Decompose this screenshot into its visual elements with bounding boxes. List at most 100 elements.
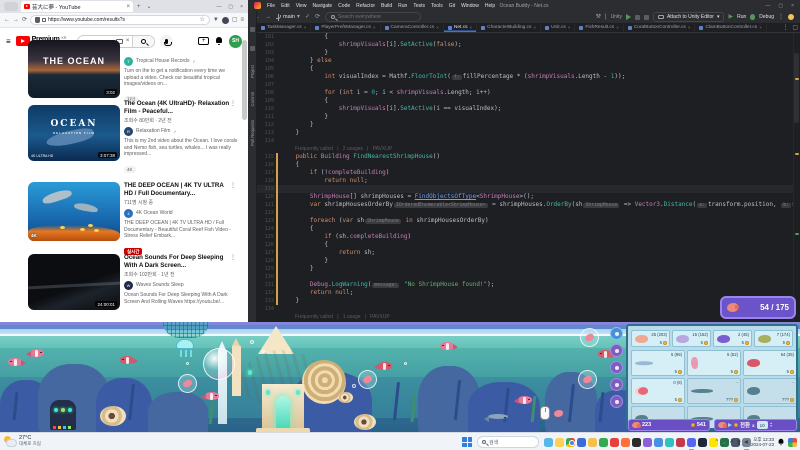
- editor-tab-Unit.cs[interactable]: Unit.cs ×: [541, 24, 576, 32]
- convert-label[interactable]: 전환: [740, 421, 750, 429]
- shrimp-bubble[interactable]: [358, 370, 377, 389]
- taskbar-app-purple-app[interactable]: [643, 437, 652, 447]
- editor-tab-TaskManager.cs[interactable]: TaskManager.cs ×: [257, 24, 312, 32]
- close-tab-icon[interactable]: ×: [126, 4, 130, 10]
- editor-scrollbar[interactable]: [793, 33, 800, 322]
- create-video-icon[interactable]: [198, 37, 209, 45]
- jellyfish[interactable]: [176, 339, 194, 357]
- taskbar-app-firefox[interactable]: [621, 437, 630, 447]
- taskbar-app-opera[interactable]: [654, 437, 663, 447]
- unity-play-icon[interactable]: [625, 14, 631, 20]
- scrollbar-thumb[interactable]: [794, 53, 799, 123]
- video-options-icon[interactable]: ⋮: [230, 182, 236, 189]
- taskbar-search-input[interactable]: 검색: [477, 436, 539, 448]
- fish[interactable]: [201, 392, 219, 400]
- tool-window-pull-requests[interactable]: Pull Requests: [250, 120, 255, 146]
- bookmark-star-icon[interactable]: ☆: [199, 17, 204, 23]
- vcs-push-icon[interactable]: ⟳: [315, 14, 320, 20]
- build-hammer-icon[interactable]: ⚒: [596, 14, 601, 20]
- close-window-icon[interactable]: ×: [791, 3, 794, 9]
- convert-bar[interactable]: 전환 x 10 ▲ ▼: [714, 419, 797, 431]
- fish[interactable]: [120, 356, 134, 364]
- amount-stepper[interactable]: ▲ ▼: [770, 422, 773, 428]
- editor-tab-FishResult.cs[interactable]: FishResult.cs ×: [575, 24, 624, 32]
- weather-widget[interactable]: 27°C 대체로 흐림: [4, 435, 41, 447]
- large-bubble[interactable]: [203, 348, 235, 380]
- notifications-bell-icon[interactable]: [215, 37, 223, 45]
- tool-window-project[interactable]: Project: [250, 65, 255, 78]
- shrimp-bubble[interactable]: [580, 328, 599, 347]
- back-icon[interactable]: ←: [4, 17, 10, 23]
- extensions-icon[interactable]: ▢: [232, 17, 238, 23]
- editor-tab-Net.cs[interactable]: Net.cs ×: [443, 24, 478, 32]
- fish[interactable]: [8, 358, 22, 366]
- channel-row[interactable]: W Waves Sounds Sleep: [124, 281, 238, 290]
- taskbar-app-clock-app[interactable]: [577, 437, 586, 447]
- video-title[interactable]: THE DEEP OCEAN | 4K TV ULTRA HD / Full D…: [124, 182, 238, 198]
- harpoon-tool-button[interactable]: [610, 344, 623, 357]
- tab-list-icon[interactable]: ⌄: [147, 4, 152, 10]
- menu-window[interactable]: Window: [461, 3, 479, 9]
- minimize-window-icon[interactable]: —: [216, 4, 221, 10]
- video-thumbnail[interactable]: 24:00:01: [28, 254, 120, 310]
- video-thumbnail[interactable]: THE OCEAN 3:02: [28, 40, 120, 98]
- taskbar-app-game-launcher[interactable]: [676, 437, 685, 447]
- more-actions-icon[interactable]: ⋮: [778, 14, 784, 20]
- split-editor-icon[interactable]: ▢: [792, 25, 798, 31]
- jellyfish-net[interactable]: [163, 322, 209, 338]
- fish-card[interactable]: 54 (35) 5: [743, 350, 796, 376]
- taskbar-app-explorer[interactable]: [555, 437, 564, 447]
- forward-icon[interactable]: →: [13, 17, 19, 23]
- menu-tools[interactable]: Tools: [431, 3, 443, 9]
- swirl-tool-button[interactable]: [610, 361, 623, 374]
- downloads-icon[interactable]: ▼: [213, 17, 219, 23]
- taskbar-app-discord[interactable]: [687, 437, 696, 450]
- structure-tool-icon[interactable]: [249, 46, 255, 51]
- debug-bug-icon[interactable]: [750, 14, 756, 20]
- notification-center-icon[interactable]: [778, 438, 784, 446]
- fish-card[interactable]: -???: [687, 378, 741, 404]
- nav-forward-icon[interactable]: →: [265, 14, 271, 20]
- menu-build[interactable]: Build: [381, 3, 392, 9]
- fish-card[interactable]: 15 (152) 5: [672, 330, 711, 347]
- search-button[interactable]: [132, 35, 155, 47]
- close-window-icon[interactable]: ×: [240, 4, 243, 10]
- editor-tab-PlayerPrefsManager.cs[interactable]: PlayerPrefsManager.cs ×: [311, 24, 381, 32]
- fish[interactable]: [374, 362, 392, 370]
- fish[interactable]: [484, 414, 508, 422]
- url-bar[interactable]: https://www.youtube.com/results?s ☆: [30, 15, 210, 25]
- tool-window-commit[interactable]: Commit: [250, 92, 255, 106]
- clear-search-icon[interactable]: ×: [126, 38, 130, 44]
- taskbar-clock[interactable]: 오후 12:33 2024-07-23: [751, 437, 774, 447]
- browser-tab[interactable]: 芸大に夢 - YouTube ×: [21, 1, 133, 12]
- firefox-account-avatar[interactable]: [221, 16, 229, 24]
- reload-icon[interactable]: ⟳: [22, 17, 27, 23]
- ime-latin-indicator[interactable]: A: [730, 439, 733, 445]
- project-tool-icon[interactable]: [249, 27, 255, 32]
- onedrive-icon[interactable]: ☁: [721, 439, 727, 446]
- net-tool-button[interactable]: [610, 327, 623, 340]
- menu-git[interactable]: Git: [449, 3, 455, 9]
- tray-overflow-icon[interactable]: ^: [716, 439, 718, 445]
- vcs-update-icon[interactable]: ✓: [305, 14, 310, 20]
- browser-scrollbar[interactable]: [242, 40, 247, 120]
- fish[interactable]: [514, 396, 532, 404]
- channel-row[interactable]: T Tropical House Records ✓: [124, 57, 238, 66]
- unity-pause-icon[interactable]: [634, 14, 640, 20]
- video-title[interactable]: The Ocean (4K UltraHD)- Relaxation Film …: [124, 100, 238, 116]
- minimize-window-icon[interactable]: —: [765, 3, 770, 9]
- fish-card[interactable]: 25 (203) 5: [631, 330, 670, 347]
- fish-card[interactable]: 5 (99) 5: [631, 350, 685, 376]
- menu-view[interactable]: View: [296, 3, 307, 9]
- code-area[interactable]: 101 {102 shrimpVisuals[i].SetActive(fals…: [257, 33, 793, 322]
- search-everywhere-input[interactable]: Search everywhere: [325, 12, 421, 22]
- fish-card[interactable]: -???: [743, 378, 796, 404]
- menu-file[interactable]: File: [267, 3, 275, 9]
- start-button[interactable]: [462, 437, 472, 447]
- taskbar-app-adobe[interactable]: [610, 437, 619, 447]
- menu-run[interactable]: Run: [398, 3, 407, 9]
- editor-tab-CharacterBuilding.cs[interactable]: CharacterBuilding.cs ×: [477, 24, 542, 32]
- convert-amount-input[interactable]: 10: [756, 421, 768, 429]
- video-thumbnail[interactable]: OCEAN RELAXATION FILM 4K ULTRA HD 3:07:3…: [28, 105, 120, 161]
- run-label[interactable]: Run: [737, 14, 746, 20]
